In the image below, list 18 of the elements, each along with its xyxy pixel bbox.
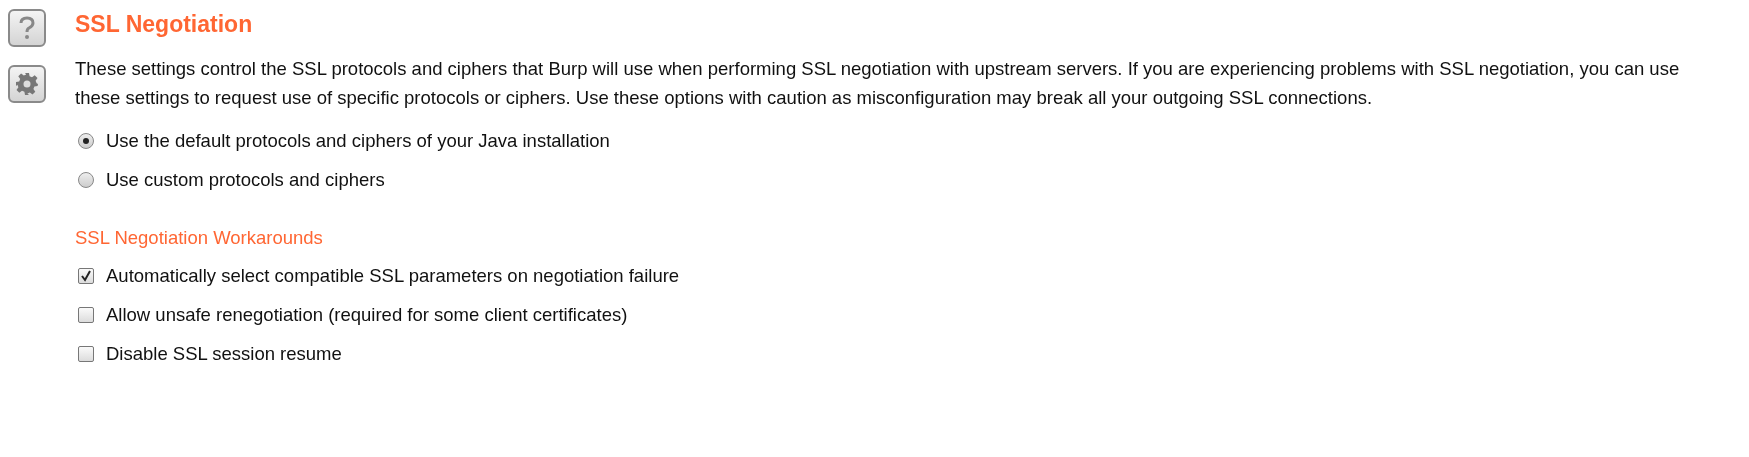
checkbox[interactable] [78, 268, 94, 284]
checkbox-label: Automatically select compatible SSL parameters on negotiation failure [106, 265, 680, 287]
radio-button[interactable] [78, 172, 94, 188]
radio-label: Use the default protocols and ciphers of your Java installation [106, 130, 610, 152]
checkbox-label: Allow unsafe renegotiation (required for some client certificates) [106, 304, 628, 326]
help-button[interactable] [8, 9, 46, 47]
radio-option[interactable]: Use the default protocols and ciphers of your Java installation [75, 130, 1749, 152]
settings-button[interactable] [8, 65, 46, 103]
subsection-heading: SSL Negotiation Workarounds [75, 227, 324, 249]
radio-label: Use custom protocols and ciphers [106, 169, 385, 191]
section-title: SSL Negotiation [75, 11, 254, 38]
radio-option[interactable]: Use custom protocols and ciphers [75, 169, 1749, 191]
checkbox-label: Disable SSL session resume [106, 343, 342, 365]
radio-button[interactable] [78, 133, 94, 149]
description-text: These settings control the SSL protocols and ciphers that Burp will use when performing SSL negotiation with upstream servers. If you are experiencing problems with SSL negotiation, you can use these settings to request use of specific protocols or ciphers. Use these options with caution as misconfiguration may break all your outgoing SSL connections. [75, 57, 1681, 110]
checkbox[interactable] [78, 346, 94, 362]
checkbox[interactable] [78, 307, 94, 323]
gear-icon [15, 72, 39, 96]
